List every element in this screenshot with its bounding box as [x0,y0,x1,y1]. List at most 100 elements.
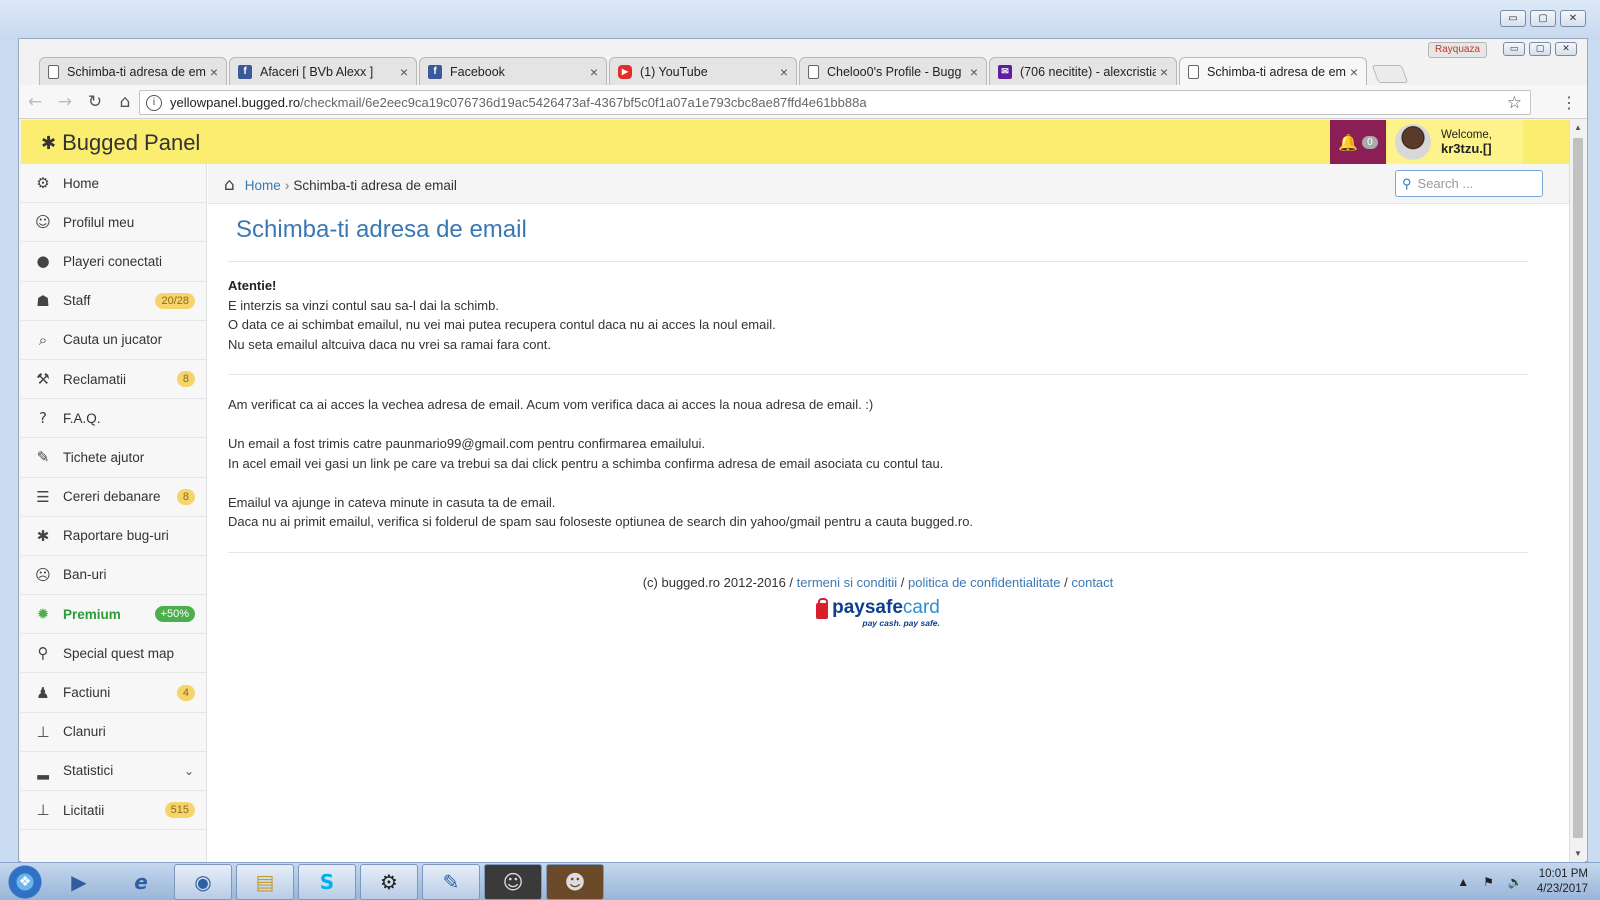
media-player-icon[interactable]: ▶ [50,864,108,900]
scroll-up-icon[interactable]: ▲ [1570,120,1586,136]
volume-icon[interactable]: 🔊 [1508,875,1523,889]
browser-tab-active[interactable]: Schimba-ti adresa de em × [1179,57,1367,86]
youtube-icon: ▶ [618,64,632,79]
sidebar-item-home[interactable]: ⚙ Home [21,164,206,204]
sidebar-item-playeri-conectati[interactable]: ● Playeri conectati [21,242,206,282]
sidebar-item-factiuni[interactable]: ♟ Factiuni 4 [21,673,206,713]
paysafecard-wordmark: paysafecard [832,597,940,618]
tab-label: (1) YouTube [640,64,708,79]
sidebar-item-label: Playeri conectati [63,253,163,269]
browser-close-button[interactable]: ✕ [1555,42,1577,56]
browser-minimize-button[interactable]: ▭ [1503,42,1525,56]
count-badge: 515 [164,802,195,819]
tab-close-icon[interactable]: × [970,64,978,80]
search-input[interactable]: ⚲ Search ... [1395,170,1543,197]
browser-tab[interactable]: Schimba-ti adresa de em × [39,57,227,85]
forward-icon[interactable]: → [51,88,79,116]
tab-close-icon[interactable]: × [1350,64,1358,80]
back-icon[interactable]: ← [21,88,49,116]
copyright: (c) bugged.ro 2012-2016 / [642,574,794,590]
user-icon: ● [36,252,50,271]
breadcrumb-home-link[interactable]: Home [245,178,281,193]
clock[interactable]: 10:01 PM 4/23/2017 [1537,867,1588,897]
user-menu[interactable]: Welcome, kr3tzu.[] [1387,120,1523,164]
sidebar-item-cauta-un-jucator[interactable]: ⌕ Cauta un jucator [21,321,206,360]
smile-icon: ☺ [35,213,51,232]
tab-label: Afaceri [ BVb Alexx ] [260,64,374,79]
sidebar-item-cereri-debanare[interactable]: ☰ Cereri debanare 8 [21,478,206,517]
sidebar-item-reclamatii[interactable]: ⚒ Reclamatii 8 [21,360,206,400]
sidebar-item-clanuri[interactable]: ⊥ Clanuri [21,713,206,752]
tab-close-icon[interactable]: × [210,64,218,80]
sidebar-item-tichete-ajutor[interactable]: ✎ Tichete ajutor [21,438,206,478]
notifications-button[interactable]: 🔔 0 [1330,120,1386,164]
gavel-icon: ⚒ [36,370,50,389]
sidebar-item-label: Licitatii [63,802,105,818]
sidebar-item-premium[interactable]: ✹ Premium +50% [21,595,206,635]
sidebar-item-staff[interactable]: ☗ Staff 20/28 [21,282,206,321]
steam-icon[interactable]: ⚙ [360,863,418,900]
start-button[interactable]: ❖ [4,863,46,900]
scroll-down-icon[interactable]: ▼ [1570,846,1586,862]
sidebar-item-raportare-bug-uri[interactable]: ✱ Raportare bug-uri [21,517,206,556]
browser-maximize-button[interactable]: ▢ [1529,42,1551,56]
maximize-button[interactable]: ▢ [1530,10,1556,27]
paysafecard-text: paysafecard pay cash. pay safe. [832,597,940,628]
dashboard-icon: ⚙ [36,174,50,193]
sidebar-item-special-quest-map[interactable]: ⚲ Special quest map [21,634,206,674]
new-tab-button[interactable] [1371,65,1409,83]
contact-link[interactable]: contact [1071,575,1113,590]
page-scrollbar[interactable]: ▲ ▼ [1569,120,1585,862]
browser-window: Rayquaza ▭ ▢ ✕ Schimba-ti adresa de em ×… [18,38,1588,862]
sidebar-item-faq[interactable]: ? F.A.Q. [21,399,206,439]
bug-icon: ✱ [36,526,50,545]
minimize-button[interactable]: ▭ [1500,10,1526,27]
info-icon[interactable]: i [146,94,162,111]
browser-profile-button[interactable]: Rayquaza [1427,42,1487,58]
sidebar-item-statistici[interactable]: ▂ Statistici ⌄ [21,752,206,791]
brand-logo[interactable]: ✱ Bugged Panel [41,130,200,156]
sidebar-item-profilul-meu[interactable]: ☺ Profilul meu [21,203,206,243]
game-2-icon[interactable]: ☻ [546,863,604,900]
sidebar-item-licitatii[interactable]: ⊥ Licitatii 515 [21,791,206,831]
facebook-icon: f [238,64,252,79]
sidebar-item-label: Raportare bug-uri [63,528,169,544]
breadcrumb-bar: ⌂ Home › Schimba-ti adresa de email ⚲ Se… [208,164,1571,204]
notepad-icon[interactable]: ✎ [422,863,480,900]
tab-close-icon[interactable]: × [400,64,408,80]
browser-menu-icon[interactable]: ⋮ [1561,93,1577,113]
show-hidden-icons-icon[interactable]: ▲ [1457,875,1469,889]
bookmark-star-icon[interactable]: ☆ [1507,93,1522,113]
browser-tab[interactable]: ▶ (1) YouTube × [609,57,797,85]
browser-tab[interactable]: f Facebook × [419,57,607,85]
avatar [1395,124,1431,160]
privacy-link[interactable]: politica de confidentialitate [908,575,1061,590]
sidebar-item-ban-uri[interactable]: ☹ Ban-uri [21,556,206,596]
address-bar[interactable]: i yellowpanel.bugged.ro/checkmail/6e2eec… [139,90,1531,115]
tab-close-icon[interactable]: × [1160,64,1168,80]
notifications-badge: 0 [1362,135,1378,149]
terms-link[interactable]: termeni si conditii [797,575,897,590]
skype-icon[interactable]: S [298,863,356,900]
tab-label: (706 necitite) - alexcristia [1020,64,1156,79]
file-explorer-icon[interactable]: ▤ [236,863,294,900]
tab-close-icon[interactable]: × [590,64,598,80]
game-1-icon[interactable]: ☺ [484,863,542,900]
chrome-icon[interactable]: ◉ [174,863,232,900]
scrollbar-thumb[interactable] [1573,138,1583,838]
browser-tab[interactable]: Cheloo0's Profile - Bugg × [799,57,987,85]
taskbar: ❖ ▶ e ◉ ▤ S ⚙ ✎ ☺ ☻ ▲ ⚑ 🔊 10:01 PM 4/23/… [0,862,1600,900]
action-center-flag-icon[interactable]: ⚑ [1483,875,1494,889]
sidebar: ⚙ Home ☺ Profilul meu ● Playeri conectati ☗… [21,164,207,862]
home-icon[interactable]: ⌂ [111,88,139,116]
browser-tab[interactable]: f Afaceri [ BVb Alexx ] × [229,57,417,85]
browser-tab[interactable]: ✉ (706 necitite) - alexcristia × [989,57,1177,85]
reload-icon[interactable]: ↻ [81,88,109,116]
panel-header: ✱ Bugged Panel 🔔 0 Welcome, kr3tzu.[] [21,120,1571,164]
tab-close-icon[interactable]: × [780,64,788,80]
internet-explorer-icon[interactable]: e [112,864,170,900]
map-marker-icon: ⚲ [37,644,49,663]
close-button[interactable]: ✕ [1560,10,1586,27]
paysafecard-logo[interactable]: paysafecard pay cash. pay safe. [228,597,1528,628]
count-badge: 20/28 [155,292,195,309]
